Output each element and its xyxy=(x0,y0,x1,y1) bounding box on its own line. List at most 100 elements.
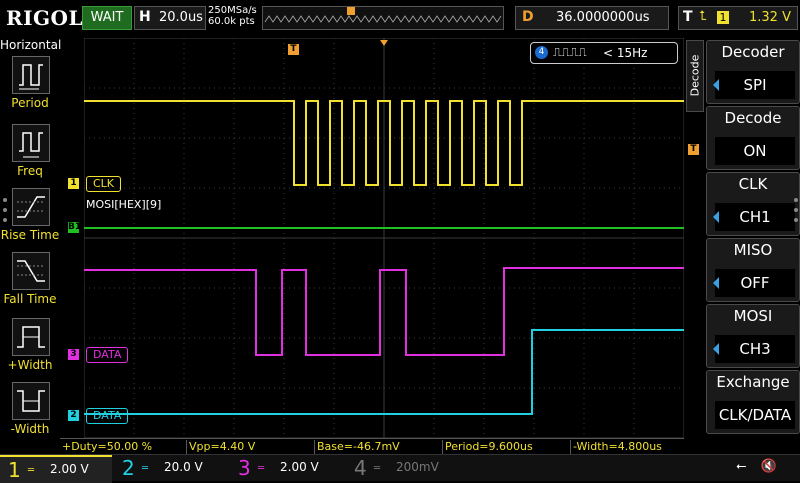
timebase-box[interactable]: H 20.0us xyxy=(134,6,206,30)
measurement-vpp[interactable]: Vpp=4.40 V xyxy=(186,440,313,454)
decoder-type-arrow-icon xyxy=(713,79,719,91)
clk-source-button[interactable]: CLK CH1 xyxy=(706,172,800,236)
decode-side-tab[interactable]: Decode xyxy=(686,40,704,112)
ch1-ground-marker[interactable]: 1 xyxy=(68,178,79,189)
decode-toggle-title: Decode xyxy=(724,109,782,127)
mosi-source-title: MOSI xyxy=(733,307,773,325)
measurement-period[interactable]: Period=9.600us xyxy=(442,440,569,454)
measure-period-button[interactable]: Period xyxy=(0,56,60,118)
miso-source-value: OFF xyxy=(715,269,795,297)
trigger-time-marker[interactable]: T xyxy=(288,44,299,55)
exchange-button[interactable]: Exchange CLK/DATA xyxy=(706,370,800,434)
memory-depth: 60.0k pts xyxy=(208,16,255,27)
left-menu-page-indicator[interactable] xyxy=(2,196,8,236)
timebase-value: 20.0us xyxy=(159,10,203,25)
acquisition-status-badge[interactable]: WAIT xyxy=(82,6,132,30)
ch2-label-tag: DATA xyxy=(86,408,129,424)
decode-side-tab-label: Decode xyxy=(688,54,702,97)
speaker-muted-icon[interactable]: 🔇 xyxy=(761,459,777,474)
ch4-scale: 200mV xyxy=(396,460,439,474)
clk-source-value: CH1 xyxy=(715,203,795,231)
graticule xyxy=(83,37,685,439)
ch2-number: 2 xyxy=(122,456,135,480)
trigger-box[interactable]: T ⮤ 1 1.32 V xyxy=(678,6,798,30)
ch2-ground-marker[interactable]: 2 xyxy=(68,410,79,421)
left-menu-title: Horizontal xyxy=(0,38,62,52)
delay-value: 36.0000000us xyxy=(556,10,650,25)
measure-period-label: Period xyxy=(11,96,49,110)
mosi-source-value: CH3 xyxy=(715,335,795,363)
right-menu-page-indicator[interactable] xyxy=(793,196,799,236)
ch4-status-cell[interactable]: 4 ═ 200mV xyxy=(346,455,458,481)
horizontal-label: H xyxy=(139,9,151,25)
measurement-base[interactable]: Base=-46.7mV xyxy=(314,440,441,454)
sample-rate: 250MSa/s xyxy=(208,5,257,16)
bus-decode-label: MOSI[HEX][9] xyxy=(86,198,162,211)
ch1-scale: 2.00 V xyxy=(50,462,89,476)
ch3-status-cell[interactable]: 3 ═ 2.00 V xyxy=(230,455,342,481)
trigger-channel-badge: 1 xyxy=(717,11,729,24)
trigger-level-marker[interactable]: T xyxy=(688,144,699,155)
measurement-positive-duty[interactable]: +Duty=50.00 % xyxy=(60,440,186,454)
decoder-type-button[interactable]: Decoder SPI xyxy=(706,40,800,104)
horizontal-measure-menu: Horizontal Period Freq Rise Time Fall Ti… xyxy=(0,38,62,438)
exchange-title: Exchange xyxy=(716,373,790,391)
delay-box[interactable]: D 36.0000000us xyxy=(515,6,669,30)
ch2-scale: 20.0 V xyxy=(164,460,203,474)
ch4-number: 4 xyxy=(354,456,367,480)
fall-time-icon xyxy=(12,252,50,290)
status-icons: ⭠ 🔇 xyxy=(736,459,777,474)
trigger-level-value: 1.32 V xyxy=(749,10,791,25)
measure-positive-width-label: +Width xyxy=(7,358,53,372)
exchange-value: CLK/DATA xyxy=(715,401,795,429)
brand-logo: RIGOL xyxy=(6,6,84,30)
ch3-scale: 2.00 V xyxy=(280,460,319,474)
miso-source-arrow-icon xyxy=(713,277,719,289)
negative-width-icon xyxy=(12,382,50,420)
measure-freq-label: Freq xyxy=(17,164,43,178)
positive-width-icon xyxy=(12,318,50,356)
measure-freq-button[interactable]: Freq xyxy=(0,124,60,186)
sample-rate-readout: 250MSa/s 60.0k pts xyxy=(208,5,257,27)
mosi-source-arrow-icon xyxy=(713,343,719,355)
ch3-coupling-icon: ═ xyxy=(258,463,265,474)
frequency-counter[interactable]: 4 ⎍⎍⎍⎍ < 15Hz xyxy=(530,42,678,64)
decoder-type-title: Decoder xyxy=(721,43,785,61)
measure-negative-width-label: -Width xyxy=(10,422,50,436)
clk-source-arrow-icon xyxy=(713,211,719,223)
clk-source-title: CLK xyxy=(738,175,768,193)
mosi-source-button[interactable]: MOSI CH3 xyxy=(706,304,800,368)
miso-source-button[interactable]: MISO OFF xyxy=(706,238,800,302)
measure-rise-time-button[interactable]: Rise Time xyxy=(0,188,60,250)
rise-time-icon xyxy=(12,188,50,226)
waveform-display[interactable] xyxy=(83,37,685,439)
ch1-number: 1 xyxy=(8,458,21,482)
decode-menu: Decoder SPI Decode ON CLK CH1 MISO OFF M… xyxy=(704,38,800,438)
decode-toggle-button[interactable]: Decode ON xyxy=(706,106,800,170)
ch2-coupling-icon: ═ xyxy=(142,463,149,474)
memory-overview-bar[interactable] xyxy=(262,6,504,30)
trigger-label: T xyxy=(683,9,693,25)
measure-fall-time-label: Fall Time xyxy=(3,292,57,306)
ch1-status-cell[interactable]: 1 ═ 2.00 V xyxy=(0,455,112,483)
waveform-canvas xyxy=(83,37,685,439)
memory-overview-waveform xyxy=(264,7,502,23)
period-icon xyxy=(12,56,50,94)
ch4-coupling-icon: ═ xyxy=(374,463,381,474)
ch3-number: 3 xyxy=(238,456,251,480)
measure-fall-time-button[interactable]: Fall Time xyxy=(0,252,60,314)
ch1-coupling-icon: ═ xyxy=(28,465,35,476)
measure-negative-width-button[interactable]: -Width xyxy=(0,382,60,444)
bus-marker[interactable]: B1 xyxy=(68,222,81,233)
decoder-type-value: SPI xyxy=(715,71,795,99)
measure-positive-width-button[interactable]: +Width xyxy=(0,318,60,380)
delay-label: D xyxy=(522,9,534,25)
trigger-edge-icon: ⮤ xyxy=(699,9,707,24)
counter-value: < 15Hz xyxy=(603,46,648,60)
decode-toggle-value: ON xyxy=(715,137,795,165)
ch3-ground-marker[interactable]: 3 xyxy=(68,349,79,360)
measurement-negative-width[interactable]: -Width=4.800us xyxy=(570,440,685,454)
ch2-status-cell[interactable]: 2 ═ 20.0 V xyxy=(114,455,226,481)
measure-rise-time-label: Rise Time xyxy=(0,228,60,242)
overview-trigger-marker xyxy=(347,7,355,15)
